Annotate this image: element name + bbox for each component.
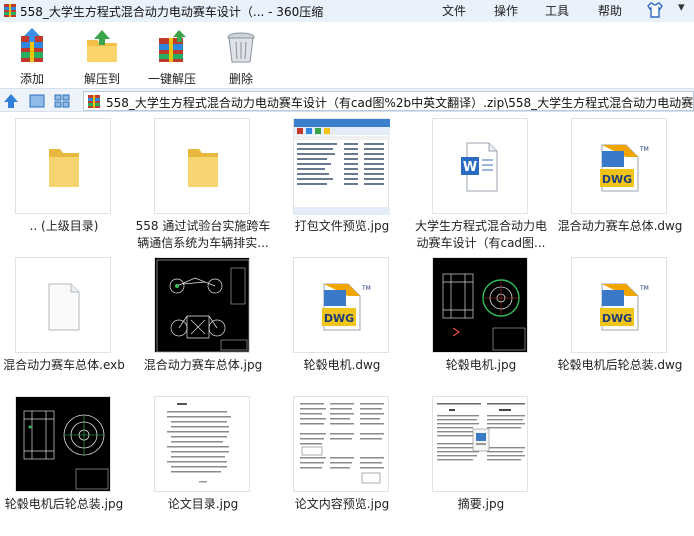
file-name: 大学生方程式混合动力电动赛车设计（有cad图... [414,219,547,250]
file-name: 混合动力赛车总体.dwg [557,219,683,233]
extract-folder-icon [87,30,117,62]
delete-label: 删除 [228,72,253,86]
file-item[interactable]: 论文目录.jpg [139,392,278,532]
file-item[interactable]: DWG TM 轮毂电机后轮总装.dwg [556,253,694,393]
zip-app-icon [4,4,16,17]
document-thumbnail [432,396,528,492]
grid-view-icon[interactable] [53,93,71,109]
folder-icon [15,118,111,214]
file-name: 论文目录.jpg [167,497,239,511]
file-name: 轮毂电机.dwg [303,358,381,372]
title-bar: 558_大学生方程式混合动力电动赛车设计（... - 360压缩 文件 操作 工… [0,0,694,22]
tm-mark: TM [361,285,371,292]
file-name: 558 通过试验台实施跨车辆通信系统为车辆排实... [135,219,271,250]
file-item[interactable]: W 大学生方程式混合动力电动赛车设计（有cad图... [415,114,556,254]
file-item[interactable]: 轮毂电机.jpg [417,253,556,393]
file-name: 论文内容预览.jpg [294,497,390,511]
dwg-badge-text: DWG [324,312,354,325]
file-name: 混合动力赛车总体.jpg [143,358,263,372]
menu-tools[interactable]: 工具 [545,2,569,19]
file-name: 摘要.jpg [457,497,505,511]
extract-to-label: 解压到 [83,72,120,86]
file-item[interactable]: 打包文件预览.jpg [278,114,417,254]
document-thumbnail [293,396,389,492]
cad-drawing-thumbnail [154,257,250,353]
tm-mark: TM [639,285,649,292]
file-name: 轮毂电机后轮总装.dwg [557,358,683,372]
toolbar: 添加 解压到 一键解压 删除 [0,22,694,86]
blank-file-icon [15,257,111,353]
delete-button[interactable]: 删除 [206,26,276,86]
file-item[interactable]: 558 通过试验台实施跨车辆通信系统为车辆排实... [136,114,278,254]
dwg-icon: DWG TM [571,118,667,214]
document-thumbnail [154,396,250,492]
menu-file[interactable]: 文件 [442,2,466,19]
file-item[interactable]: 混合动力赛车总体.exb [0,253,139,393]
more-menu-icon[interactable]: ▾ [678,0,685,15]
large-icon-view-icon[interactable] [28,93,46,109]
screenshot-thumbnail [293,118,390,215]
file-name: 打包文件预览.jpg [294,219,390,233]
address-bar: 558_大学生方程式混合动力电动赛车设计（有cad图%2b中英文翻译）.zip\… [0,88,694,112]
dwg-badge-text: DWG [602,173,632,186]
file-item[interactable]: 轮毂电机后轮总装.jpg [0,392,139,532]
dwg-icon: DWG TM [293,257,389,353]
file-name: 轮毂电机.jpg [445,358,517,372]
file-item[interactable]: DWG TM 轮毂电机.dwg [278,253,417,393]
file-grid: .. (上级目录) 558 通过试验台实施跨车辆通信系统为车辆排实... 打包文… [0,114,694,536]
one-click-extract-label: 一键解压 [147,72,196,86]
file-name: 混合动力赛车总体.exb [3,358,125,372]
cad-drawing-thumbnail [15,396,111,492]
file-item[interactable]: .. (上级目录) [0,114,139,254]
tm-mark: TM [639,146,649,153]
word-doc-icon: W [432,118,528,214]
one-click-extract-button[interactable]: 一键解压 [137,26,207,86]
one-click-extract-icon [159,30,186,62]
menu-operation[interactable]: 操作 [494,2,518,19]
path-field[interactable]: 558_大学生方程式混合动力电动赛车设计（有cad图%2b中英文翻译）.zip\… [83,91,694,111]
skin-icon[interactable] [646,1,664,19]
trash-can-icon [227,32,255,63]
file-item[interactable]: 混合动力赛车总体.jpg [139,253,278,393]
add-button[interactable]: 添加 [0,26,67,86]
add-label: 添加 [19,72,44,86]
folder-icon [154,118,250,214]
window-title: 558_大学生方程式混合动力电动赛车设计（... - 360压缩 [20,5,324,19]
up-arrow-icon[interactable] [2,93,20,109]
file-name: .. (上级目录) [29,219,99,233]
menu-help[interactable]: 帮助 [598,2,622,19]
path-text: 558_大学生方程式混合动力电动赛车设计（有cad图%2b中英文翻译）.zip\… [106,96,694,110]
dwg-icon: DWG TM [571,257,667,353]
zip-file-icon [88,95,100,108]
word-badge-text: W [463,160,477,175]
file-item[interactable]: 论文内容预览.jpg [278,392,417,532]
file-item[interactable]: 摘要.jpg [417,392,556,532]
file-name: 轮毂电机后轮总装.jpg [4,497,124,511]
add-archive-icon [21,28,43,62]
cad-drawing-thumbnail [432,257,528,353]
dwg-badge-text: DWG [602,312,632,325]
file-item[interactable]: DWG TM 混合动力赛车总体.dwg [556,114,694,254]
extract-to-button[interactable]: 解压到 [67,26,137,86]
